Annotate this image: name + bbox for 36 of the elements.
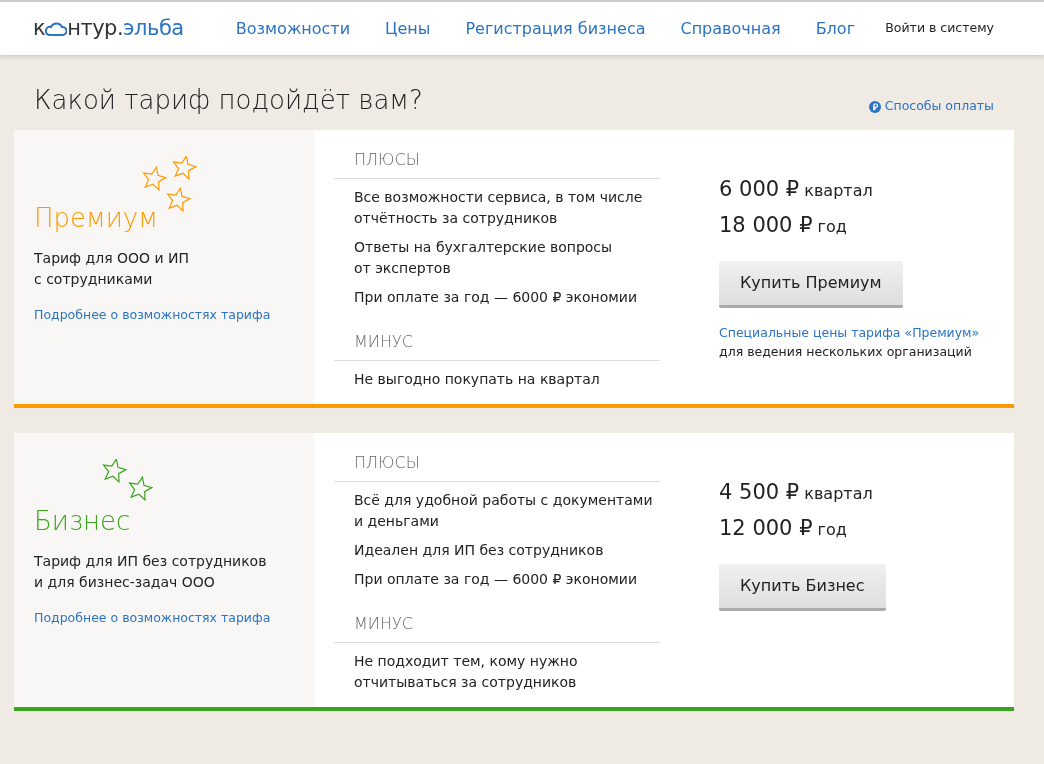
nav-link[interactable]: Регистрация бизнеса [465, 16, 646, 41]
plan-name: Бизнес [34, 506, 131, 536]
price-text: 12 000 ₽ год [719, 514, 848, 542]
plan-description: Тариф для ИП без сотрудников и для бизнес-задач ООО [34, 552, 268, 593]
pro-item: Все возможности сервиса, в том числе отчётность за сотрудников [353, 188, 644, 229]
nav-link[interactable]: Цены [385, 16, 431, 41]
pro-item: Идеален для ИП без сотрудников [353, 541, 605, 561]
login-link[interactable]: Войти в систему [885, 19, 994, 38]
special-prices-note: для ведения нескольких организаций [719, 342, 973, 361]
section-heading: МИНУС [334, 612, 660, 644]
price-text: 6 000 ₽ квартал [719, 176, 874, 204]
section-heading: МИНУС [334, 330, 660, 362]
special-prices-link[interactable]: Специальные цены тарифа «Премиум» [719, 324, 980, 343]
ruble-icon [868, 100, 881, 113]
section-heading: ПЛЮСЫ [334, 451, 660, 483]
pro-item: Всё для удобной работы с документами и деньгами [353, 491, 654, 532]
plan-details-link[interactable]: Подробнее о возможностях тарифа [34, 306, 271, 325]
price-text: 18 000 ₽ год [719, 211, 848, 239]
plan-name: Премиум [34, 203, 158, 233]
nav-link[interactable]: Справочная [680, 16, 781, 41]
pro-item: Ответы на бухгалтерские вопросы от экспертов [353, 238, 614, 279]
nav-link[interactable]: Блог [815, 16, 856, 41]
nav-link[interactable]: Возможности [235, 16, 351, 41]
plan-description: Тариф для ООО и ИП с сотрудниками [34, 249, 191, 290]
con-item: Не выгодно покупать на квартал [353, 370, 601, 390]
con-item: Не подходит тем, кому нужно отчитываться за сотрудников [353, 652, 579, 693]
page-title: Какой тариф подойдёт вам? [34, 85, 423, 117]
buy-button[interactable]: Купить Бизнес [719, 564, 886, 612]
section-heading: ПЛЮСЫ [334, 148, 660, 180]
pro-item: При оплате за год — 6000 ₽ экономии [353, 570, 639, 590]
pro-item: При оплате за год — 6000 ₽ экономии [353, 288, 639, 308]
cloud-icon [45, 21, 68, 36]
buy-button[interactable]: Купить Премиум [719, 261, 903, 309]
plan-details-link[interactable]: Подробнее о возможностях тарифа [34, 609, 271, 628]
price-text: 4 500 ₽ квартал [719, 479, 874, 507]
logo[interactable]: к нтур.эльба [33, 12, 184, 45]
